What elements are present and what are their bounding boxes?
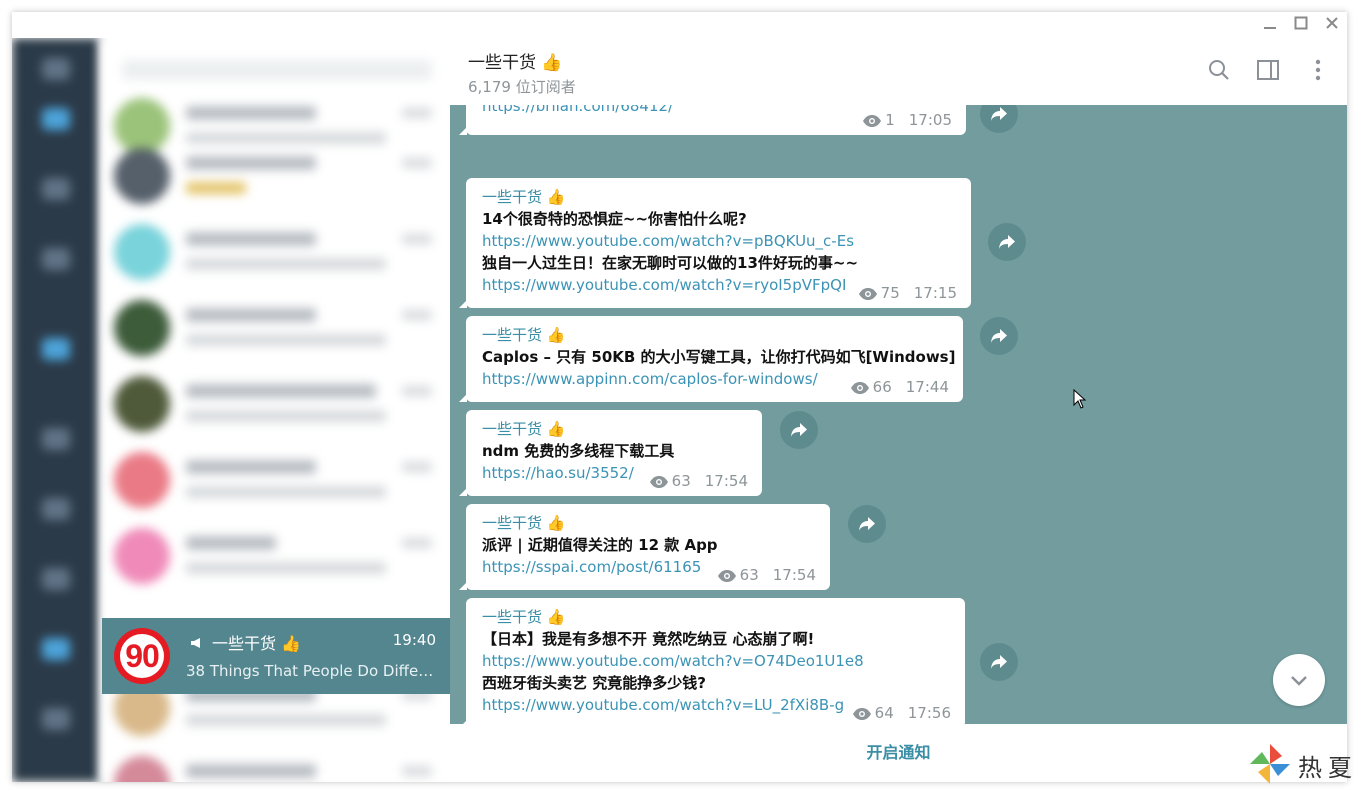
mouse-cursor-icon [1073,388,1087,413]
message-text: Caplos – 只有 50KB 的大小写键工具，让你打代码如飞[Windows… [482,348,956,366]
message-text: 西班牙街头卖艺 究竟能挣多少钱? [482,674,706,692]
share-icon [990,328,1008,344]
message-meta: 64 17:56 [852,704,951,722]
message-text: ndm 免费的多线程下载工具 [482,442,675,460]
app-window: 90 一些干货 👍 19:40 38 Things That People Do… [12,12,1347,782]
message-meta: 1 17:05 [862,111,952,129]
message-sender[interactable]: 一些干货 👍 [482,418,746,440]
chat-footer: 开启通知 [450,724,1347,782]
chat-list-item-selected[interactable]: 90 一些干货 👍 19:40 38 Things That People Do… [102,618,450,694]
chevron-down-icon [1291,676,1307,686]
message-time: 17:54 [772,566,816,584]
message-bubble[interactable]: https://briian.com/68412/1 17:05 [459,105,966,135]
view-count: 75 [880,284,900,302]
left-panel: 90 一些干货 👍 19:40 38 Things That People Do… [12,38,450,782]
megaphone-icon [190,637,204,653]
chat-preview: 38 Things That People Do Differently Aro… [186,662,436,680]
view-count: 63 [739,566,759,584]
close-icon[interactable] [1322,15,1342,35]
eye-icon [850,378,873,396]
message-time: 17:05 [908,111,952,129]
chat-time: 19:40 [392,631,436,649]
more-vertical-icon[interactable] [1306,58,1332,84]
message-meta: 66 17:44 [850,378,949,396]
share-button[interactable] [980,643,1018,681]
subscriber-count: 6,179 位订阅者 [468,78,576,96]
view-count: 64 [874,704,894,722]
share-button[interactable] [980,105,1018,133]
share-icon [858,516,876,532]
message-meta: 75 17:15 [858,284,957,302]
message-bubble[interactable]: 一些干货 👍 派评 | 近期值得关注的 12 款 App https://sspai… [459,504,830,590]
sidebar-toggle-icon[interactable] [1256,58,1282,84]
message-meta: 63 17:54 [649,472,748,490]
message-sender[interactable]: 一些干货 👍 [482,324,947,346]
message-time: 17:15 [913,284,957,302]
eye-icon [858,284,881,302]
message-text: 独自一人过生日！在家无聊时可以做的13件好玩的事~~ [482,254,859,272]
avatar: 90 [114,628,170,684]
watermark: 热夏 [1248,742,1352,786]
message-time: 17:44 [905,378,949,396]
share-icon [998,234,1016,250]
eye-icon [862,111,885,129]
share-icon [990,654,1008,670]
enable-notifications-button[interactable]: 开启通知 [450,724,1347,782]
share-button[interactable] [848,505,886,543]
view-count: 1 [885,111,895,129]
message-time: 17:54 [704,472,748,490]
message-text: 14个很奇特的恐惧症~~你害怕什么呢? [482,210,747,228]
message-link[interactable]: https://www.youtube.com/watch?v=pBQKUu_c… [482,230,955,252]
view-count: 66 [872,378,892,396]
share-icon [990,106,1008,122]
message-bubble[interactable]: 一些干货 👍 【日本】我是有多想不开 竟然吃纳豆 心态崩了啊! https://ww… [459,598,965,724]
title-bar [12,12,1347,38]
chat-panel: 一些干货 👍 6,179 位订阅者 https://briian.com/684… [450,38,1347,782]
share-button[interactable] [988,223,1026,261]
pinwheel-logo-icon [1250,744,1290,784]
eye-icon [717,566,740,584]
message-link[interactable]: https://www.youtube.com/watch?v=O74Deo1U… [482,650,949,672]
chat-name: 一些干货 👍 [190,630,301,654]
chat-header: 一些干货 👍 6,179 位订阅者 [450,38,1347,105]
eye-icon [852,704,875,722]
message-bubble[interactable]: 一些干货 👍 Caplos – 只有 50KB 的大小写键工具，让你打代码如飞[W… [459,316,963,402]
message-text: 【日本】我是有多想不开 竟然吃纳豆 心态崩了啊! [482,630,815,648]
minimize-icon[interactable] [1260,15,1280,35]
message-sender[interactable]: 一些干货 👍 [482,512,814,534]
message-sender[interactable]: 一些干货 👍 [482,606,949,628]
share-button[interactable] [980,317,1018,355]
maximize-icon[interactable] [1291,15,1311,35]
share-icon [790,422,808,438]
channel-title[interactable]: 一些干货 👍 [468,48,563,73]
message-sender[interactable]: 一些干货 👍 [482,186,955,208]
message-bubble[interactable]: 一些干货 👍 ndm 免费的多线程下载工具 https://hao.su/3552/… [459,410,762,496]
search-icon[interactable] [1207,58,1233,84]
share-button[interactable] [780,411,818,449]
scroll-down-button[interactable] [1273,654,1325,706]
folder-rail [12,38,100,782]
view-count: 63 [671,472,691,490]
message-bubble[interactable]: 一些干货 👍 14个很奇特的恐惧症~~你害怕什么呢? https://www.you… [459,178,971,308]
message-text: 派评 | 近期值得关注的 12 款 App [482,536,718,554]
message-meta: 63 17:54 [717,566,816,584]
message-area[interactable]: https://briian.com/68412/1 17:05 一些干货 👍 14个… [450,105,1347,724]
message-time: 17:56 [907,704,951,722]
eye-icon [649,472,672,490]
